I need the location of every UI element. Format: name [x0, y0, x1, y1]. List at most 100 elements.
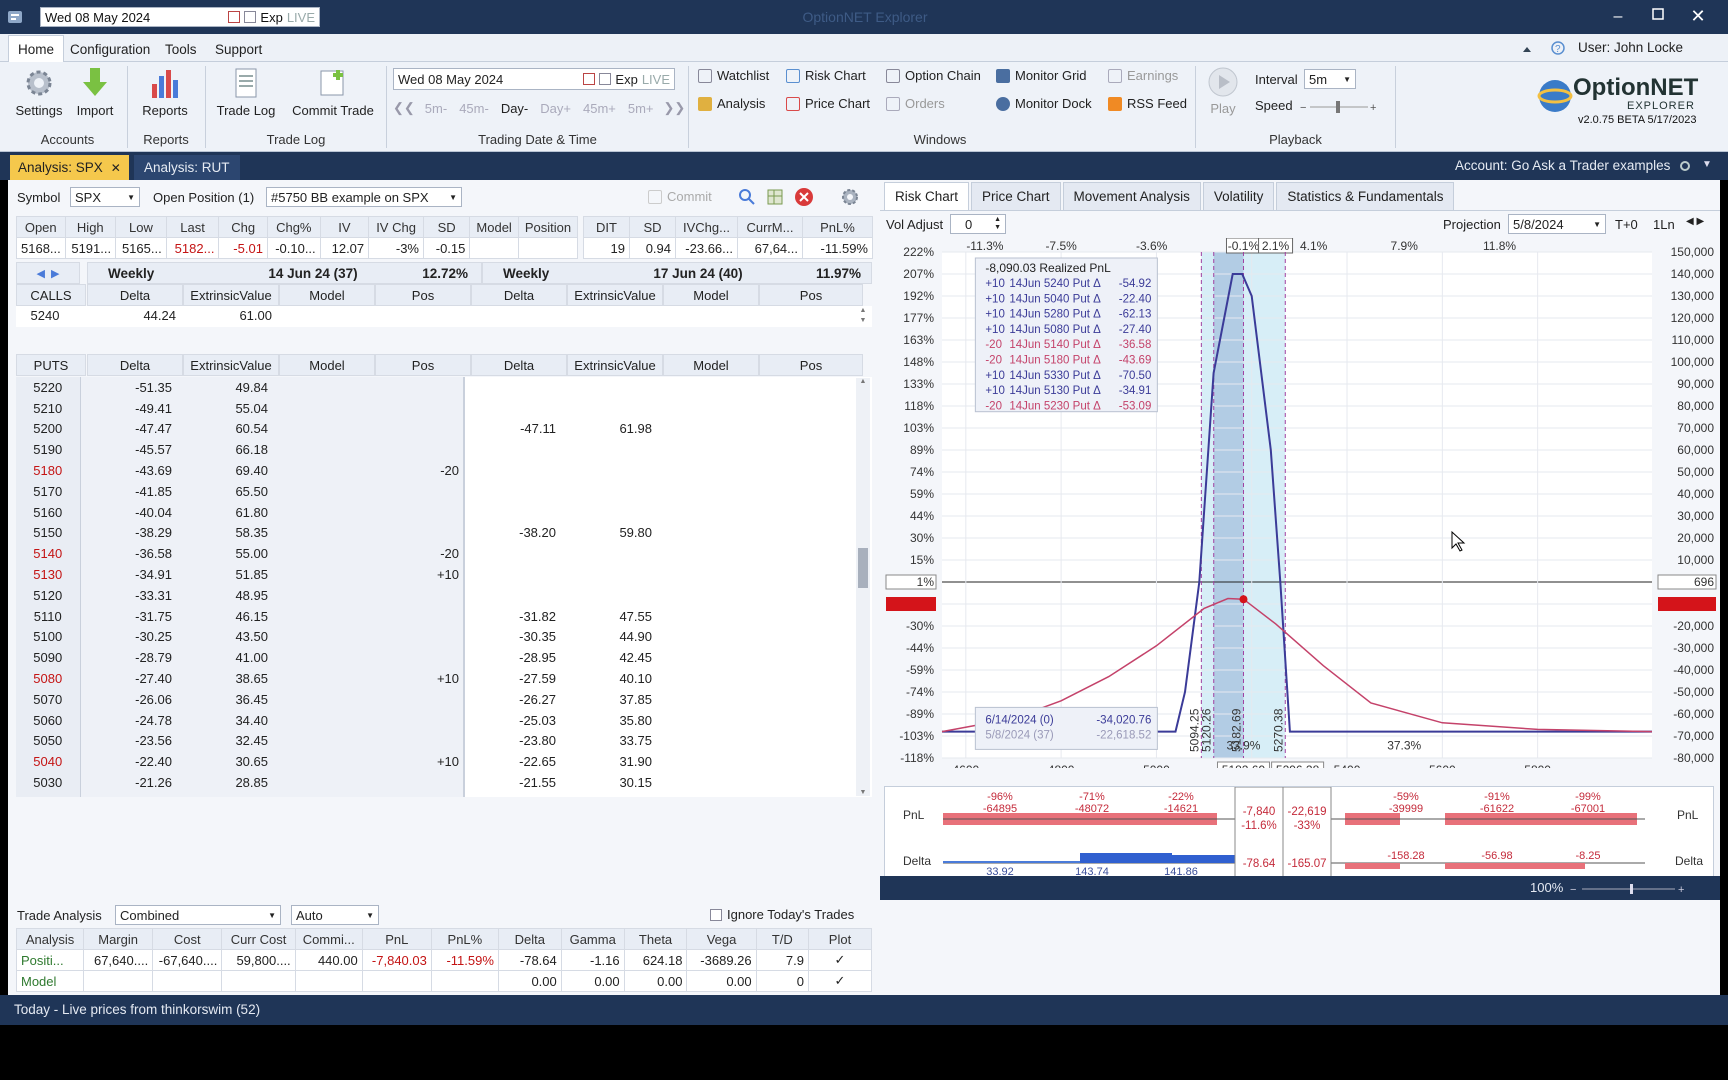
menu-support[interactable]: Support: [215, 38, 262, 60]
calendar-icon[interactable]: [583, 73, 596, 85]
help-icon[interactable]: ?: [1550, 40, 1566, 56]
puts-table-row[interactable]: 5200 -47.47 60.54 -47.11 61.98: [16, 418, 856, 440]
exp-icon[interactable]: [599, 73, 612, 85]
puts-table-row[interactable]: 5100 -30.25 43.50 -30.35 44.90: [16, 626, 856, 648]
exp-icon[interactable]: [244, 11, 257, 23]
price-chart-button[interactable]: Price Chart: [786, 96, 870, 111]
nav-45m-back[interactable]: 45m-: [459, 101, 489, 116]
title-date-field[interactable]: Wed 08 May 2024 Exp LIVE: [40, 7, 320, 27]
delete-icon[interactable]: [794, 187, 814, 210]
speed-slider[interactable]: − +: [1300, 100, 1380, 114]
interval-select[interactable]: 5m ▼: [1304, 69, 1356, 89]
puts-table-row[interactable]: 5220 -51.35 49.84: [16, 377, 856, 398]
commit-trade-button[interactable]: Commit Trade: [288, 66, 378, 126]
nav-5m-forward[interactable]: 5m+: [628, 101, 654, 116]
analysis-row[interactable]: Positi... 67,640.... -67,640.... 59,800....…: [15, 949, 872, 971]
menu-configuration[interactable]: Configuration: [70, 38, 150, 60]
earnings-button[interactable]: Earnings: [1108, 68, 1178, 83]
pin-icon[interactable]: [1680, 161, 1690, 171]
watchlist-button[interactable]: Watchlist: [698, 68, 769, 83]
projection-nav[interactable]: ◀ ▶: [1686, 216, 1704, 227]
analysis-cell[interactable]: ✓: [808, 949, 872, 971]
puts-table-row[interactable]: 5160 -40.04 61.80: [16, 501, 856, 523]
puts-table-row[interactable]: 5140 -36.58 55.00 -20: [16, 543, 856, 565]
monitor-grid-button[interactable]: Monitor Grid: [996, 68, 1087, 83]
grid-icon[interactable]: [766, 188, 784, 209]
analysis-row[interactable]: Model 0.00 0.00 0.00 0.00 0 ✓: [15, 970, 872, 992]
risk-chart-button[interactable]: Risk Chart: [786, 68, 866, 83]
chart-tab-risk-chart[interactable]: Risk Chart: [884, 182, 970, 210]
play-button[interactable]: Play: [1205, 66, 1241, 122]
calendar-icon[interactable]: [228, 11, 241, 23]
puts-table-row[interactable]: 5030 -21.26 28.85 -21.55 30.15: [16, 772, 856, 793]
chart-tab-statistics-fundamentals[interactable]: Statistics & Fundamentals: [1276, 182, 1455, 210]
nav-arrows[interactable]: ◀ ▶: [16, 262, 80, 284]
chart-tab-volatility[interactable]: Volatility: [1202, 182, 1275, 210]
scroll-down-icon[interactable]: ▼: [856, 789, 870, 796]
tab-analysis-rut[interactable]: Analysis: RUT: [134, 155, 240, 180]
projection-select[interactable]: 5/8/2024 ▼: [1508, 214, 1606, 234]
trade-auto-select[interactable]: Auto ▼: [291, 905, 379, 925]
puts-table-row[interactable]: 5150 -38.29 58.35 -38.20 59.80: [16, 522, 856, 544]
t0-label[interactable]: T+0: [1615, 217, 1638, 232]
menu-home[interactable]: Home: [8, 35, 65, 62]
puts-table-row[interactable]: 5090 -28.79 41.00 -28.95 42.45: [16, 647, 856, 669]
trade-mode-select[interactable]: Combined ▼: [115, 905, 281, 925]
tab-analysis-spx[interactable]: Analysis: SPX ✕: [10, 155, 129, 180]
nav-day-back[interactable]: Day-: [501, 101, 528, 116]
oneln-label[interactable]: 1Ln: [1653, 217, 1675, 232]
puts-cell-strike: 5200: [16, 418, 81, 440]
ignore-trades-checkbox[interactable]: Ignore Today's Trades: [710, 907, 854, 922]
puts-table-row[interactable]: 5040 -22.40 30.65 +10 -22.65 31.90: [16, 751, 856, 773]
puts-table-row[interactable]: 5170 -41.85 65.50: [16, 480, 856, 502]
close-icon[interactable]: ✕: [111, 161, 121, 175]
symbol-select[interactable]: SPX ▼: [70, 187, 140, 207]
scroll-up-icon[interactable]: ▲: [856, 378, 870, 385]
puts-table-row[interactable]: 5080 -27.40 38.65 +10 -27.59 40.10: [16, 668, 856, 689]
chart-tab-price-chart[interactable]: Price Chart: [971, 182, 1061, 210]
settings-icon[interactable]: [841, 188, 859, 209]
maximize-button[interactable]: [1645, 8, 1671, 26]
puts-table-row[interactable]: 5130 -34.91 51.85 +10: [16, 564, 856, 585]
collapse-ribbon-icon[interactable]: [1522, 42, 1532, 52]
puts-table-row[interactable]: 5120 -33.31 48.95: [16, 584, 856, 606]
puts-scrollbar[interactable]: ▲ ▼: [856, 378, 870, 796]
calls-scrollbar[interactable]: ▲ ▼: [856, 306, 870, 327]
monitor-dock-button[interactable]: Monitor Dock: [996, 96, 1092, 111]
reports-button[interactable]: Reports: [135, 66, 195, 126]
import-button[interactable]: Import: [70, 66, 120, 126]
pnl-value-label: -64895: [983, 803, 1017, 815]
trade-log-button[interactable]: Trade Log: [212, 66, 280, 126]
chart-tab-movement-analysis[interactable]: Movement Analysis: [1062, 182, 1201, 210]
minimize-button[interactable]: –: [1605, 8, 1631, 26]
step-back-icon[interactable]: ❮❮: [393, 100, 415, 116]
puts-table-row[interactable]: 5110 -31.75 46.15 -31.82 47.55: [16, 605, 856, 627]
open-position-select[interactable]: #5750 BB example on SPX ▼: [266, 187, 462, 207]
puts-table-row[interactable]: 5060 -24.78 34.40 -25.03 35.80: [16, 709, 856, 731]
search-icon[interactable]: [738, 188, 756, 209]
puts-table-row[interactable]: 5180 -43.69 69.40 -20: [16, 460, 856, 481]
nav-45m-forward[interactable]: 45m+: [583, 101, 616, 116]
nav-5m-back[interactable]: 5m-: [425, 101, 447, 116]
option-chain-button[interactable]: Option Chain: [886, 68, 981, 83]
zoom-slider[interactable]: − +: [1560, 883, 1690, 896]
step-forward-icon[interactable]: ❯❯: [664, 100, 686, 116]
analysis-button[interactable]: Analysis: [698, 96, 765, 111]
nav-day-forward[interactable]: Day+: [540, 101, 571, 116]
puts-table-row[interactable]: 5190 -45.57 66.18: [16, 439, 856, 461]
puts-table-row[interactable]: 5020-20.2027.25 -20.5028.50: [16, 792, 856, 797]
puts-table-row[interactable]: 5070 -26.06 36.45 -26.27 37.85: [16, 688, 856, 710]
orders-button[interactable]: Orders: [886, 96, 945, 111]
dropdown-icon[interactable]: ▼: [1702, 159, 1712, 170]
analysis-cell[interactable]: ✓: [808, 970, 872, 992]
puts-table-row[interactable]: 5210 -49.41 55.04: [16, 397, 856, 419]
settings-button[interactable]: Settings: [12, 66, 66, 126]
puts-table-row[interactable]: 5050 -23.56 32.45 -23.80 33.75: [16, 730, 856, 752]
scroll-thumb[interactable]: [858, 548, 868, 588]
close-button[interactable]: ✕: [1685, 6, 1711, 26]
menu-tools[interactable]: Tools: [165, 38, 197, 60]
vol-adjust-input[interactable]: 0 ▲ ▼: [950, 214, 1006, 234]
commit-button[interactable]: Commit: [648, 189, 712, 204]
trading-date-field[interactable]: Wed 08 May 2024 Exp LIVE: [393, 68, 675, 90]
rss-feed-button[interactable]: RSS Feed: [1108, 96, 1187, 111]
